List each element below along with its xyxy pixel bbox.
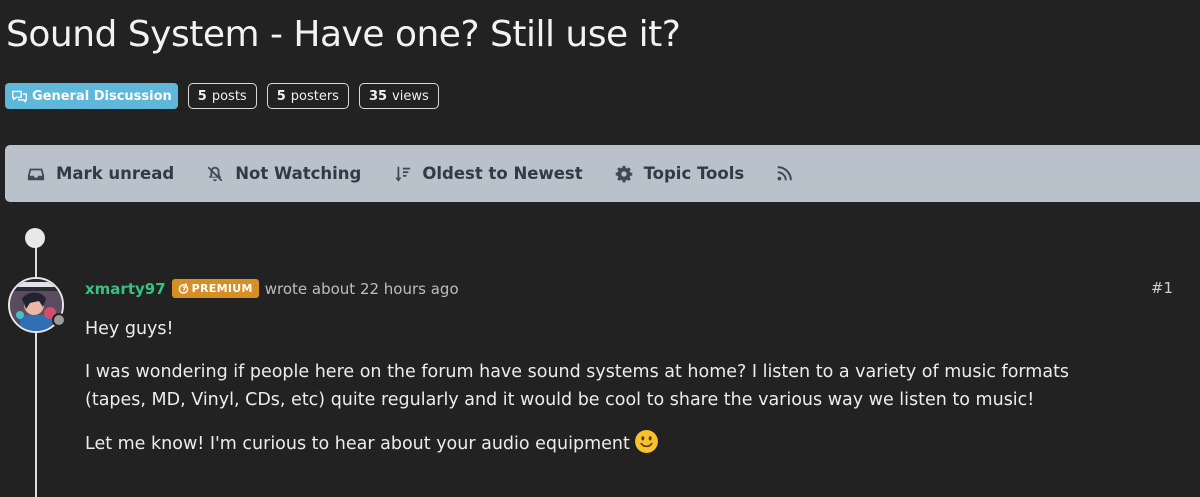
online-status-dot (52, 313, 66, 327)
watch-button[interactable]: Not Watching (206, 164, 361, 183)
post-content: Hey guys! I was wondering if people here… (85, 315, 1135, 478)
post-paragraph-last: Let me know! I'm curious to hear about y… (85, 429, 1135, 463)
posts-count: 5 posts (187, 83, 257, 109)
sort-icon (395, 166, 411, 182)
posters-number: 5 (276, 88, 286, 104)
comments-icon (12, 90, 27, 102)
bell-slash-icon (207, 166, 223, 181)
premium-label: PREMIUM (191, 282, 253, 295)
rss-button[interactable] (776, 165, 793, 182)
mark-unread-label: Mark unread (56, 164, 175, 183)
post-paragraph: I was wondering if people here on the fo… (85, 362, 1070, 410)
mark-unread-button[interactable]: Mark unread (27, 164, 174, 183)
category-badge[interactable]: General Discussion (5, 83, 178, 109)
topic-toolbar: Mark unread Not Watching Oldest to Newes… (5, 145, 1200, 202)
post-timestamp[interactable]: wrote about 22 hours ago (265, 280, 459, 298)
sort-order-button[interactable]: Oldest to Newest (393, 164, 583, 183)
topic-meta: General Discussion 5 posts 5 posters 35 … (5, 83, 439, 109)
posts-number: 5 (197, 88, 207, 104)
post-paragraph-text: Let me know! I'm curious to hear about y… (85, 434, 630, 454)
views-label: views (392, 88, 429, 104)
watch-label: Not Watching (235, 164, 362, 183)
inbox-icon (27, 168, 45, 180)
posters-count: 5 posters (266, 83, 349, 109)
page-title: Sound System - Have one? Still use it? (6, 14, 681, 55)
views-number: 35 (368, 88, 388, 104)
sort-order-label: Oldest to Newest (422, 164, 583, 183)
topic-tools-label: Topic Tools (643, 164, 745, 183)
posters-label: posters (290, 88, 339, 104)
views-count: 35 views (358, 83, 439, 109)
gear-icon (615, 165, 632, 182)
post-paragraph: Hey guys! (85, 319, 174, 339)
smiley-emoji-icon (634, 429, 659, 463)
timeline-line (35, 237, 37, 497)
premium-badge: PREMIUM (171, 279, 259, 298)
premium-icon (178, 283, 188, 294)
category-label: General Discussion (32, 88, 172, 104)
author-username[interactable]: xmarty97 (85, 280, 166, 298)
post-header: xmarty97 PREMIUM wrote about 22 hours ag… (85, 279, 459, 298)
rss-icon (777, 166, 793, 181)
posts-label: posts (211, 88, 247, 104)
post-number[interactable]: #1 (1151, 279, 1173, 297)
timeline-start-dot (25, 228, 45, 248)
topic-tools-button[interactable]: Topic Tools (615, 164, 745, 183)
